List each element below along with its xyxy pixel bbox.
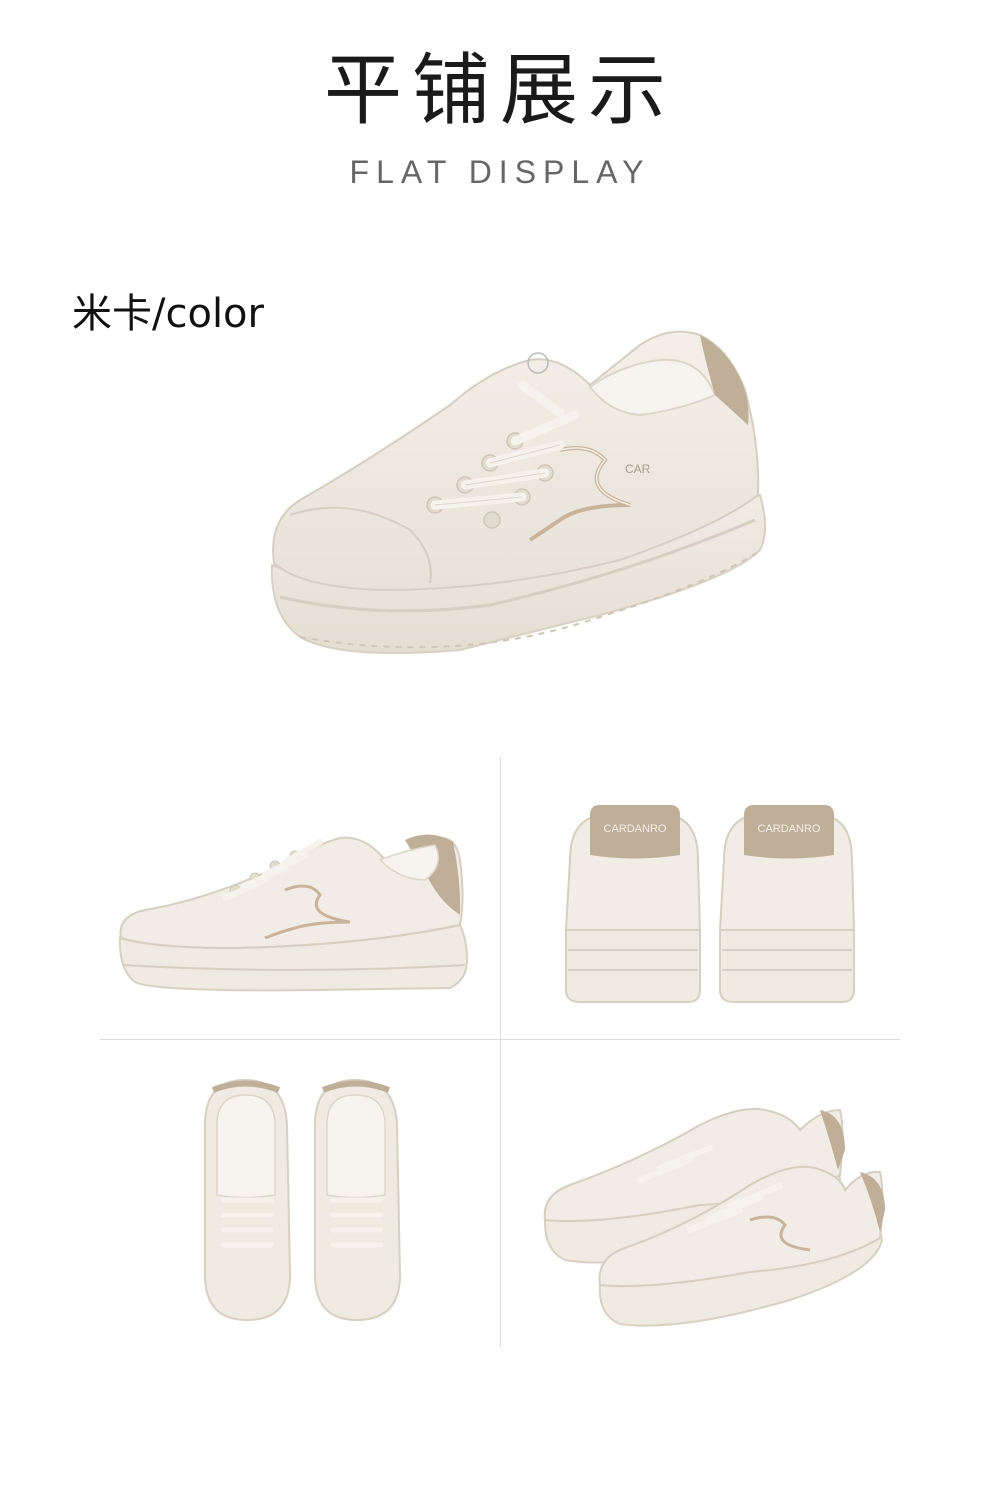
- page-title: 平铺展示: [323, 46, 676, 136]
- back-print-right: CARDANRO: [758, 823, 821, 835]
- back-print-left: CARDANRO: [604, 823, 667, 835]
- grid-divider-horizontal: [100, 1039, 900, 1040]
- pair-angle-shoe-image: [540, 1100, 890, 1330]
- top-view-shoe-image: [195, 1075, 415, 1325]
- color-label: 米卡/color: [72, 291, 264, 337]
- back-view-shoe-image: CARDANRO CARDANRO: [560, 800, 860, 1010]
- hero-car-print: CAR: [625, 462, 651, 476]
- side-view-shoe-image: [115, 820, 475, 1000]
- hero-shoe-image: CAR: [260, 315, 780, 675]
- page-subtitle: FLAT DISPLAY: [349, 154, 651, 190]
- grid-divider-vertical: [500, 757, 501, 1347]
